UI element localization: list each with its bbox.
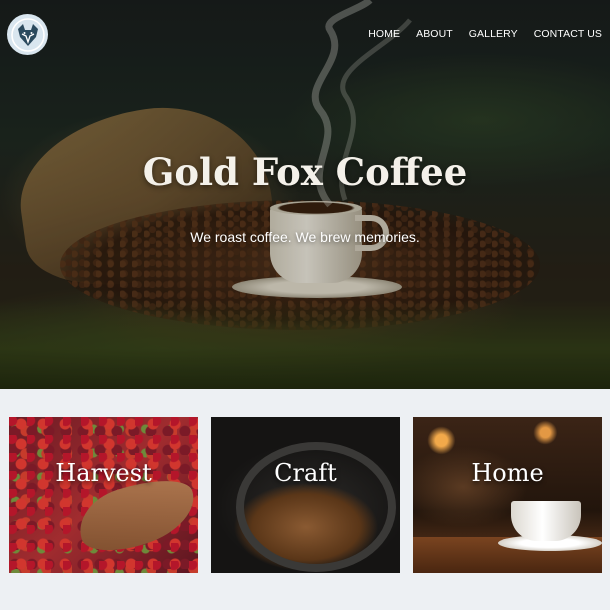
nav-home[interactable]: HOME [352, 28, 400, 40]
card-label: Craft [274, 459, 337, 487]
hero-title: Gold Fox Coffee [142, 150, 468, 194]
card-label: Home [471, 459, 544, 487]
nav-about[interactable]: ABOUT [400, 28, 453, 40]
hero-tagline: We roast coffee. We brew memories. [190, 229, 420, 245]
coffee-cup [511, 501, 581, 541]
hero-banner: HOME ABOUT GALLERY CONTACT US Gold Fox C… [0, 0, 610, 389]
card-harvest[interactable]: Harvest [9, 417, 198, 573]
fox-icon [10, 17, 45, 52]
hero-overlay [0, 0, 610, 389]
nav-gallery[interactable]: GALLERY [453, 28, 518, 40]
card-label: Harvest [55, 459, 152, 487]
card-home[interactable]: Home [413, 417, 602, 573]
card-craft[interactable]: Craft [211, 417, 400, 573]
logo[interactable] [7, 14, 48, 55]
main-nav: HOME ABOUT GALLERY CONTACT US [352, 28, 602, 40]
nav-contact-us[interactable]: CONTACT US [518, 28, 602, 40]
